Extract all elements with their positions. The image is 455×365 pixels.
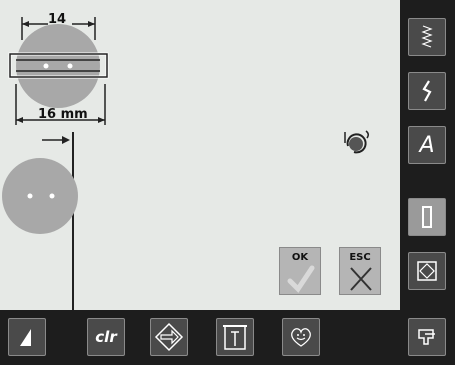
decorative-stitch-button[interactable] bbox=[408, 72, 446, 110]
ramp-icon bbox=[20, 329, 31, 346]
ramp-button[interactable] bbox=[8, 318, 46, 356]
smiley-icon bbox=[291, 328, 311, 347]
zigzag-stitch-icon bbox=[421, 25, 433, 48]
zigzag-stitch-button[interactable] bbox=[408, 18, 446, 56]
button-circle-top bbox=[16, 24, 100, 108]
clr-icon: clr bbox=[95, 328, 117, 346]
esc-button[interactable]: ESC bbox=[339, 247, 381, 295]
bottom-dimension-label: 16 mm bbox=[38, 107, 88, 122]
rotate-arrow-icon bbox=[154, 322, 184, 352]
presser-foot-button[interactable] bbox=[408, 318, 446, 356]
alphabet-icon: A bbox=[419, 132, 435, 158]
handwheel-icon bbox=[344, 130, 370, 154]
tab-page-button[interactable] bbox=[216, 318, 254, 356]
quilt-button[interactable] bbox=[408, 252, 446, 290]
button-circle-bottom bbox=[2, 158, 78, 234]
favorite-button[interactable] bbox=[282, 318, 320, 356]
buttonhole-canvas: 14 16 mm OK ESC bbox=[0, 0, 400, 310]
checkmark-icon bbox=[287, 265, 315, 293]
buttonhole-button[interactable] bbox=[408, 198, 446, 236]
sewing-screen: 14 16 mm OK ESC A clr bbox=[0, 0, 455, 365]
decorative-stitch-icon bbox=[422, 80, 432, 102]
top-dimension-label: 14 bbox=[48, 12, 67, 27]
presser-foot-icon bbox=[418, 329, 435, 345]
right-toolbar: A bbox=[400, 0, 455, 365]
quilt-icon bbox=[417, 261, 437, 281]
alphabet-button[interactable]: A bbox=[408, 126, 446, 164]
ok-button[interactable]: OK bbox=[279, 247, 321, 295]
bottom-toolbar: clr bbox=[0, 310, 400, 365]
tab-page-icon bbox=[223, 325, 247, 350]
rotate-button[interactable] bbox=[150, 318, 188, 356]
clear-button[interactable]: clr bbox=[87, 318, 125, 356]
close-icon bbox=[350, 267, 372, 291]
buttonhole-icon bbox=[422, 206, 432, 228]
